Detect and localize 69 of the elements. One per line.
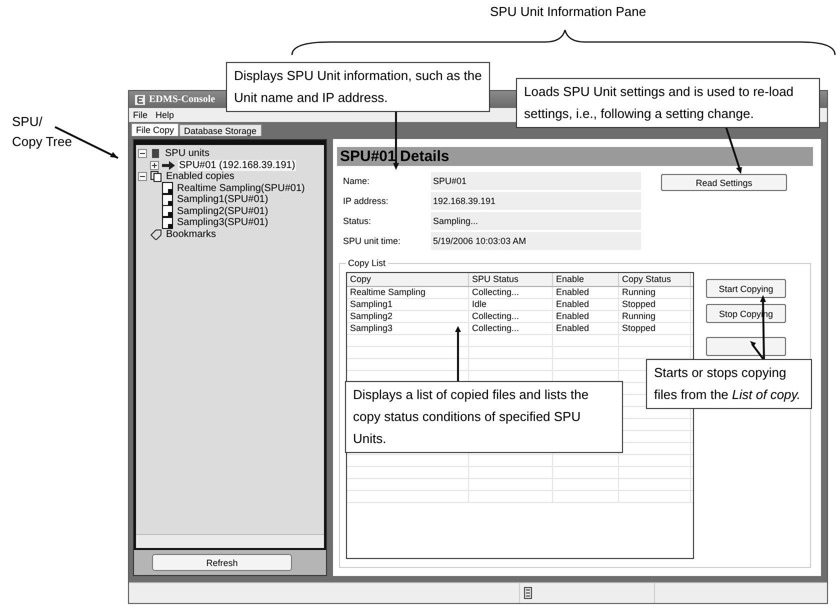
leader-line xyxy=(725,126,742,174)
table-cell: Enabled xyxy=(553,311,619,322)
table-cell: Sampling1 xyxy=(347,299,469,310)
table-cell: Running xyxy=(619,311,691,322)
tree-item[interactable]: Sampling1(SPU#01) xyxy=(176,194,270,206)
app-logo-icon xyxy=(135,94,145,104)
field-label: Status: xyxy=(343,215,372,228)
hidden-button[interactable] xyxy=(706,337,786,356)
field-value: 5/19/2006 10:03:03 AM xyxy=(431,232,641,250)
leader-line xyxy=(393,112,399,170)
column-header[interactable]: Enable xyxy=(553,273,619,286)
server-icon xyxy=(150,148,161,160)
tag-icon xyxy=(150,228,162,240)
collapse-toggle[interactable] xyxy=(138,149,147,158)
table-cell: Enabled xyxy=(553,323,619,334)
table-cell: Enabled xyxy=(553,299,619,310)
tree-item[interactable]: Sampling3(SPU#01) xyxy=(176,217,270,228)
table-cell: Enabled xyxy=(553,287,619,298)
tree-item[interactable]: SPU#01 (192.168.39.191) xyxy=(178,160,296,171)
callout: Loads SPU Unit settings and is used to re-load settings, i.e., following a setting change. xyxy=(516,78,820,128)
field-label: IP address: xyxy=(343,195,390,208)
read-settings-button[interactable]: Read Settings xyxy=(661,174,787,191)
field-value: 192.168.39.191 xyxy=(431,192,641,210)
horizontal-scrollbar[interactable] xyxy=(136,534,324,548)
table-cell: Stopped xyxy=(619,299,691,310)
group-title: Copy List xyxy=(347,258,387,268)
field-value: SPU#01 xyxy=(431,172,641,190)
table-cell: Collecting... xyxy=(469,287,553,298)
tree-item[interactable]: Sampling2(SPU#01) xyxy=(176,206,270,217)
table-cell: Realtime Sampling xyxy=(347,287,469,298)
table-cell: Idle xyxy=(469,299,553,310)
copy-button[interactable]: Start Copying xyxy=(706,279,786,298)
table-cell: Collecting... xyxy=(469,311,553,322)
tree-item[interactable]: Realtime Sampling(SPU#01) xyxy=(176,182,306,194)
tree-item[interactable]: Enabled copies xyxy=(165,171,236,182)
title-text: EDMS-Console xyxy=(149,94,216,105)
device-icon xyxy=(524,587,532,599)
tree-item[interactable]: Bookmarks xyxy=(165,228,218,240)
tab[interactable]: Database Storage xyxy=(179,124,262,136)
document-icon xyxy=(162,194,173,206)
callout: Displays SPU Unit information, such as the Unit name and IP address. xyxy=(226,62,490,112)
menu-item[interactable]: Help xyxy=(156,110,174,120)
callout: Displays a list of copied files and lists the copy status conditions of specified SPU Units. xyxy=(345,381,623,453)
column-header[interactable]: Copy xyxy=(347,273,469,286)
table-cell: Running xyxy=(619,287,691,298)
document-icon xyxy=(162,216,173,229)
callout: Starts or stops copying files from the List of copy. xyxy=(646,359,812,409)
table-cell: Stopped xyxy=(619,323,691,334)
document-icon xyxy=(162,205,173,218)
tab[interactable]: File Copy xyxy=(131,123,180,136)
arrow-icon xyxy=(162,160,175,170)
expand-toggle[interactable] xyxy=(150,160,159,170)
column-header[interactable]: SPU Status xyxy=(469,273,553,286)
table-cell: Collecting... xyxy=(469,323,553,334)
field-value: Sampling... xyxy=(431,212,641,230)
collapse-toggle[interactable] xyxy=(138,172,147,182)
details-header: SPU#01 Details xyxy=(337,147,813,166)
field-label: Name: xyxy=(343,175,371,188)
copy-icon xyxy=(150,171,162,182)
document-icon xyxy=(162,182,173,194)
tree-item[interactable]: SPU units xyxy=(164,148,210,160)
refresh-button[interactable]: Refresh xyxy=(152,554,292,571)
menu-item[interactable]: File xyxy=(133,110,148,120)
column-header[interactable]: Copy Status xyxy=(619,273,691,286)
tree-label: SPU/ Copy Tree xyxy=(12,113,73,151)
field-label: SPU unit time: xyxy=(343,235,402,248)
pane-label: SPU Unit Information Pane xyxy=(490,3,646,21)
leader-line xyxy=(455,326,461,384)
table-cell: Sampling2 xyxy=(347,311,469,322)
